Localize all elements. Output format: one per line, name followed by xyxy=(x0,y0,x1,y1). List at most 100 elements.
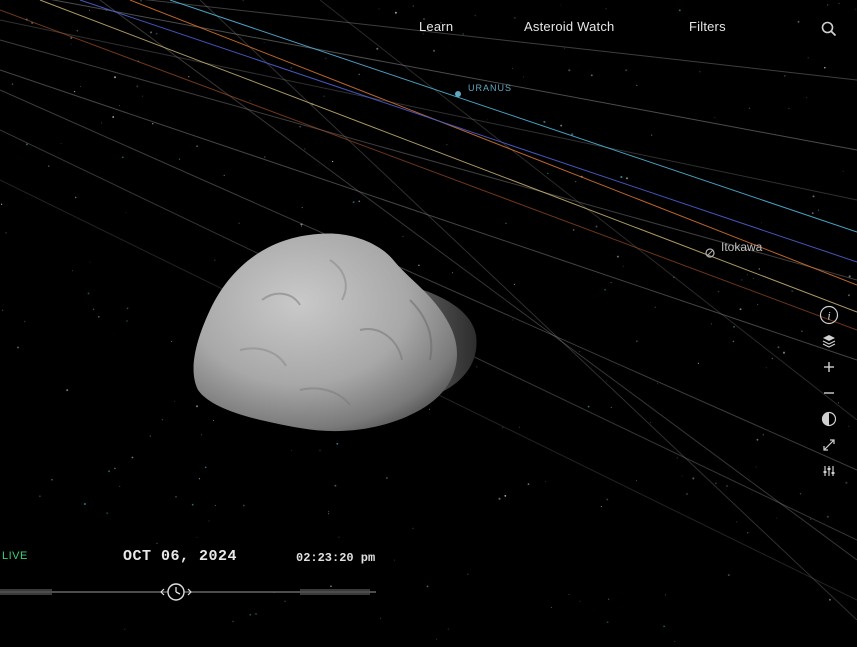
expand-icon[interactable] xyxy=(817,433,841,457)
star xyxy=(579,600,581,602)
star xyxy=(300,226,302,227)
star xyxy=(238,222,240,224)
star xyxy=(452,272,454,274)
star xyxy=(747,274,749,276)
star xyxy=(204,466,207,469)
nav-asteroid-watch[interactable]: Asteroid Watch xyxy=(524,19,614,34)
star xyxy=(498,497,501,500)
map-toolbar: i xyxy=(817,303,841,485)
star xyxy=(512,67,514,69)
star xyxy=(325,57,327,60)
star xyxy=(301,207,303,209)
star xyxy=(249,613,252,616)
contrast-icon[interactable] xyxy=(817,407,841,431)
star xyxy=(376,47,379,50)
star xyxy=(358,200,361,203)
star xyxy=(663,625,665,628)
star xyxy=(386,477,388,479)
star xyxy=(429,408,431,410)
star xyxy=(777,346,780,349)
star xyxy=(476,366,478,368)
star xyxy=(726,485,728,487)
star xyxy=(741,279,743,281)
star xyxy=(575,181,577,183)
star xyxy=(155,32,158,35)
nav-filters[interactable]: Filters xyxy=(689,19,726,34)
star xyxy=(845,481,848,484)
minus-icon[interactable] xyxy=(817,381,841,405)
star xyxy=(545,481,547,483)
sliders-icon[interactable] xyxy=(817,459,841,483)
star xyxy=(758,268,761,270)
star xyxy=(212,419,214,422)
star xyxy=(692,477,695,480)
star xyxy=(519,426,521,428)
star xyxy=(604,288,607,291)
itokawa-label[interactable]: Itokawa xyxy=(721,240,762,254)
star xyxy=(805,96,808,99)
star xyxy=(799,493,802,495)
star xyxy=(650,134,653,136)
star xyxy=(714,482,717,485)
star xyxy=(291,450,293,451)
star xyxy=(543,120,546,123)
star xyxy=(606,621,609,624)
star xyxy=(71,270,73,272)
star xyxy=(771,357,774,360)
star xyxy=(736,521,738,523)
star xyxy=(636,340,638,342)
star xyxy=(755,466,757,468)
current-time: 02:23:20 pm xyxy=(296,551,376,565)
star xyxy=(242,504,245,507)
star xyxy=(600,506,602,508)
star xyxy=(195,405,199,408)
star xyxy=(249,100,251,102)
star xyxy=(76,30,78,32)
star xyxy=(625,177,629,180)
star xyxy=(304,148,306,150)
star xyxy=(817,209,820,211)
nav-learn[interactable]: Learn xyxy=(419,19,453,34)
layers-icon[interactable] xyxy=(817,329,841,353)
star xyxy=(214,259,216,261)
info-icon[interactable]: i xyxy=(817,303,841,327)
star xyxy=(51,479,53,481)
time-scrubber[interactable] xyxy=(0,578,380,606)
star xyxy=(657,383,659,385)
star xyxy=(17,346,19,349)
star xyxy=(622,265,624,267)
star xyxy=(336,442,339,445)
orbit-line xyxy=(0,19,857,201)
star xyxy=(83,502,86,506)
star xyxy=(0,203,3,205)
star xyxy=(474,14,476,17)
search-icon[interactable] xyxy=(820,20,838,38)
star xyxy=(697,362,700,364)
star xyxy=(568,594,570,596)
star xyxy=(118,105,120,107)
star xyxy=(782,351,786,354)
star xyxy=(760,222,762,224)
orbit-line-yellow xyxy=(39,0,857,313)
live-button[interactable]: LIVE xyxy=(2,550,28,562)
star xyxy=(811,212,814,215)
uranus-label[interactable]: URANUS xyxy=(468,83,512,93)
star xyxy=(323,95,325,97)
star xyxy=(748,107,750,109)
star xyxy=(196,536,198,538)
star xyxy=(636,84,638,86)
star xyxy=(380,617,382,619)
star xyxy=(699,71,701,73)
star xyxy=(568,69,571,72)
star xyxy=(732,340,735,343)
star xyxy=(579,351,581,353)
star xyxy=(436,638,437,640)
plus-icon[interactable] xyxy=(817,355,841,379)
star xyxy=(848,275,851,278)
star xyxy=(620,175,623,179)
orbit-line-blue xyxy=(79,0,857,263)
star xyxy=(605,8,607,10)
star xyxy=(572,229,575,231)
star xyxy=(242,0,244,1)
star xyxy=(327,513,330,515)
